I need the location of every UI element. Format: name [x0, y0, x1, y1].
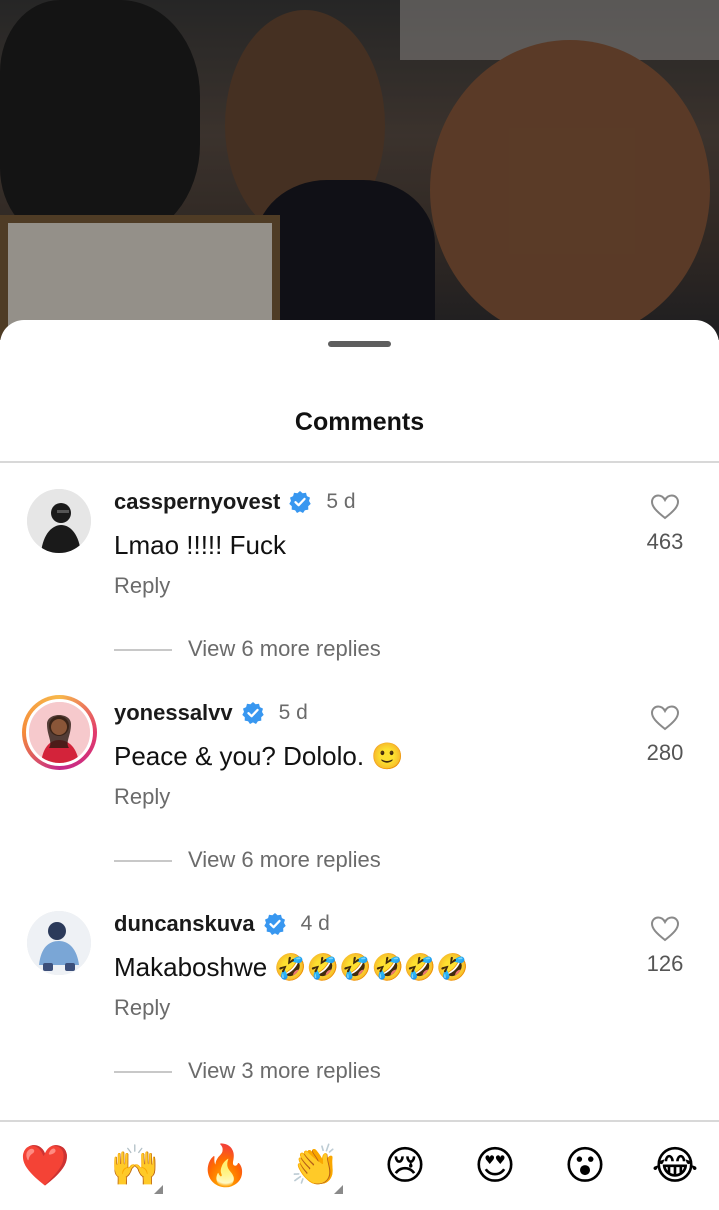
- reply-button[interactable]: Reply: [114, 573, 170, 599]
- comment-text: Peace & you? Dololo. 🙂: [114, 741, 404, 771]
- comment-item: casspernyovest 5 d Lmao !!!!! Fuck Reply…: [0, 467, 719, 667]
- emoji-reaction-bar: ❤️ 🙌 🔥 👏 😢 😍 😮 😂: [0, 1120, 719, 1210]
- comment-text: Makaboshwe 🤣🤣🤣🤣🤣🤣: [114, 952, 469, 982]
- verified-badge-icon: [289, 491, 312, 513]
- emoji-tears-of-joy-button[interactable]: 😂: [645, 1136, 705, 1196]
- like-count: 280: [646, 740, 684, 765]
- comment-text: Lmao !!!!! Fuck: [114, 530, 286, 560]
- replies-line: [114, 860, 172, 862]
- emoji-heart-button[interactable]: ❤️: [15, 1136, 75, 1196]
- emoji-surprised-button[interactable]: 😮: [555, 1136, 615, 1196]
- replies-line: [114, 1071, 172, 1073]
- emoji-crying-button[interactable]: 😢: [375, 1136, 435, 1196]
- verified-badge-icon: [263, 913, 286, 935]
- username[interactable]: duncanskuva: [114, 911, 255, 937]
- comment-item: duncanskuva 4 d Makaboshwe 🤣🤣🤣🤣🤣🤣 Reply …: [0, 889, 719, 1089]
- view-replies-button[interactable]: View 6 more replies: [188, 636, 381, 662]
- skin-tone-indicator-icon: [334, 1185, 343, 1194]
- view-replies-button[interactable]: View 3 more replies: [188, 1058, 381, 1084]
- emoji-fire-button[interactable]: 🔥: [195, 1136, 255, 1196]
- like-button[interactable]: 463: [640, 493, 690, 555]
- reply-button[interactable]: Reply: [114, 784, 170, 810]
- comment-time: 5 d: [326, 490, 356, 513]
- divider: [0, 461, 719, 463]
- avatar[interactable]: [27, 489, 91, 553]
- like-button[interactable]: 126: [640, 915, 690, 977]
- drag-handle[interactable]: [328, 341, 391, 347]
- reply-button[interactable]: Reply: [114, 995, 170, 1021]
- heart-icon: [650, 916, 680, 942]
- avatar[interactable]: [27, 911, 91, 975]
- emoji-clap: 👏: [290, 1144, 340, 1188]
- username[interactable]: casspernyovest: [114, 489, 280, 515]
- comment-time: 4 d: [300, 912, 330, 935]
- emoji-raised-hands: 🙌: [110, 1144, 160, 1188]
- emoji-raised-hands-button[interactable]: 🙌: [105, 1136, 165, 1196]
- comment-time: 5 d: [278, 701, 308, 724]
- emoji-clap-button[interactable]: 👏: [285, 1136, 345, 1196]
- sheet-title: Comments: [294, 408, 425, 436]
- heart-icon: [650, 494, 680, 520]
- heart-icon: [650, 705, 680, 731]
- like-count: 126: [646, 951, 684, 976]
- like-button[interactable]: 280: [640, 704, 690, 766]
- comments-sheet: Comments casspernyovest 5 d Lmao !!!!! F…: [0, 320, 719, 1210]
- skin-tone-indicator-icon: [154, 1185, 163, 1194]
- username[interactable]: yonessalvv: [114, 700, 233, 726]
- replies-line: [114, 649, 172, 651]
- like-count: 463: [646, 529, 684, 554]
- avatar[interactable]: [22, 695, 97, 770]
- comment-item: yonessalvv 5 d Peace & you? Dololo. 🙂 Re…: [0, 678, 719, 878]
- emoji-heart-eyes-button[interactable]: 😍: [465, 1136, 525, 1196]
- verified-badge-icon: [241, 702, 264, 724]
- view-replies-button[interactable]: View 6 more replies: [188, 847, 381, 873]
- post-photo: [0, 0, 719, 340]
